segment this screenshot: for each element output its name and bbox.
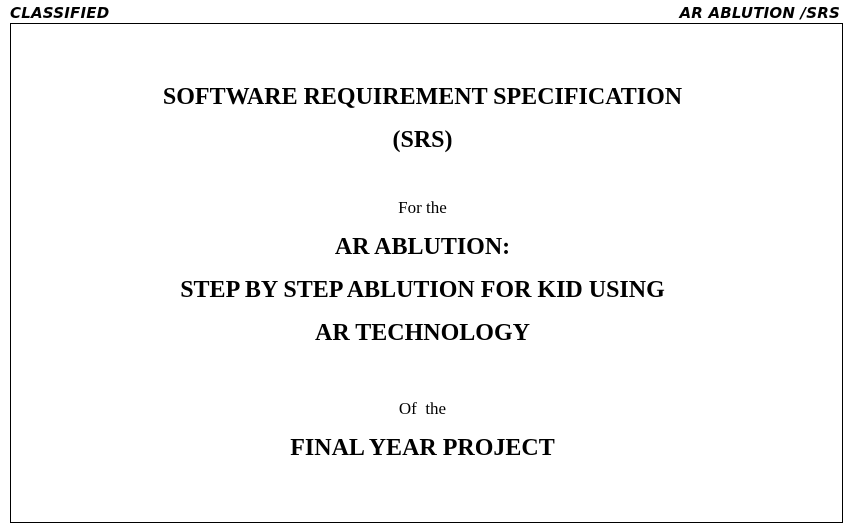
page-frame: SOFTWARE REQUIREMENT SPECIFICATION (SRS)… [10, 23, 843, 523]
for-the-label: For the [398, 198, 447, 217]
project-subtitle-line-2: AR TECHNOLOGY [315, 320, 530, 346]
document-title: SOFTWARE REQUIREMENT SPECIFICATION [162, 84, 683, 110]
document-title-acronym: (SRS) [392, 127, 453, 153]
classification-label: CLASSIFIED [10, 4, 110, 22]
document-id-label: AR ABLUTION /SRS [679, 4, 840, 22]
of-the-label: Of the [398, 399, 447, 418]
project-subtitle-line-1: STEP BY STEP ABLUTION FOR KID USING [180, 277, 665, 303]
project-name: AR ABLUTION: [334, 234, 511, 260]
page-header: CLASSIFIED AR ABLUTION /SRS [0, 0, 853, 22]
project-type: FINAL YEAR PROJECT [290, 435, 555, 461]
